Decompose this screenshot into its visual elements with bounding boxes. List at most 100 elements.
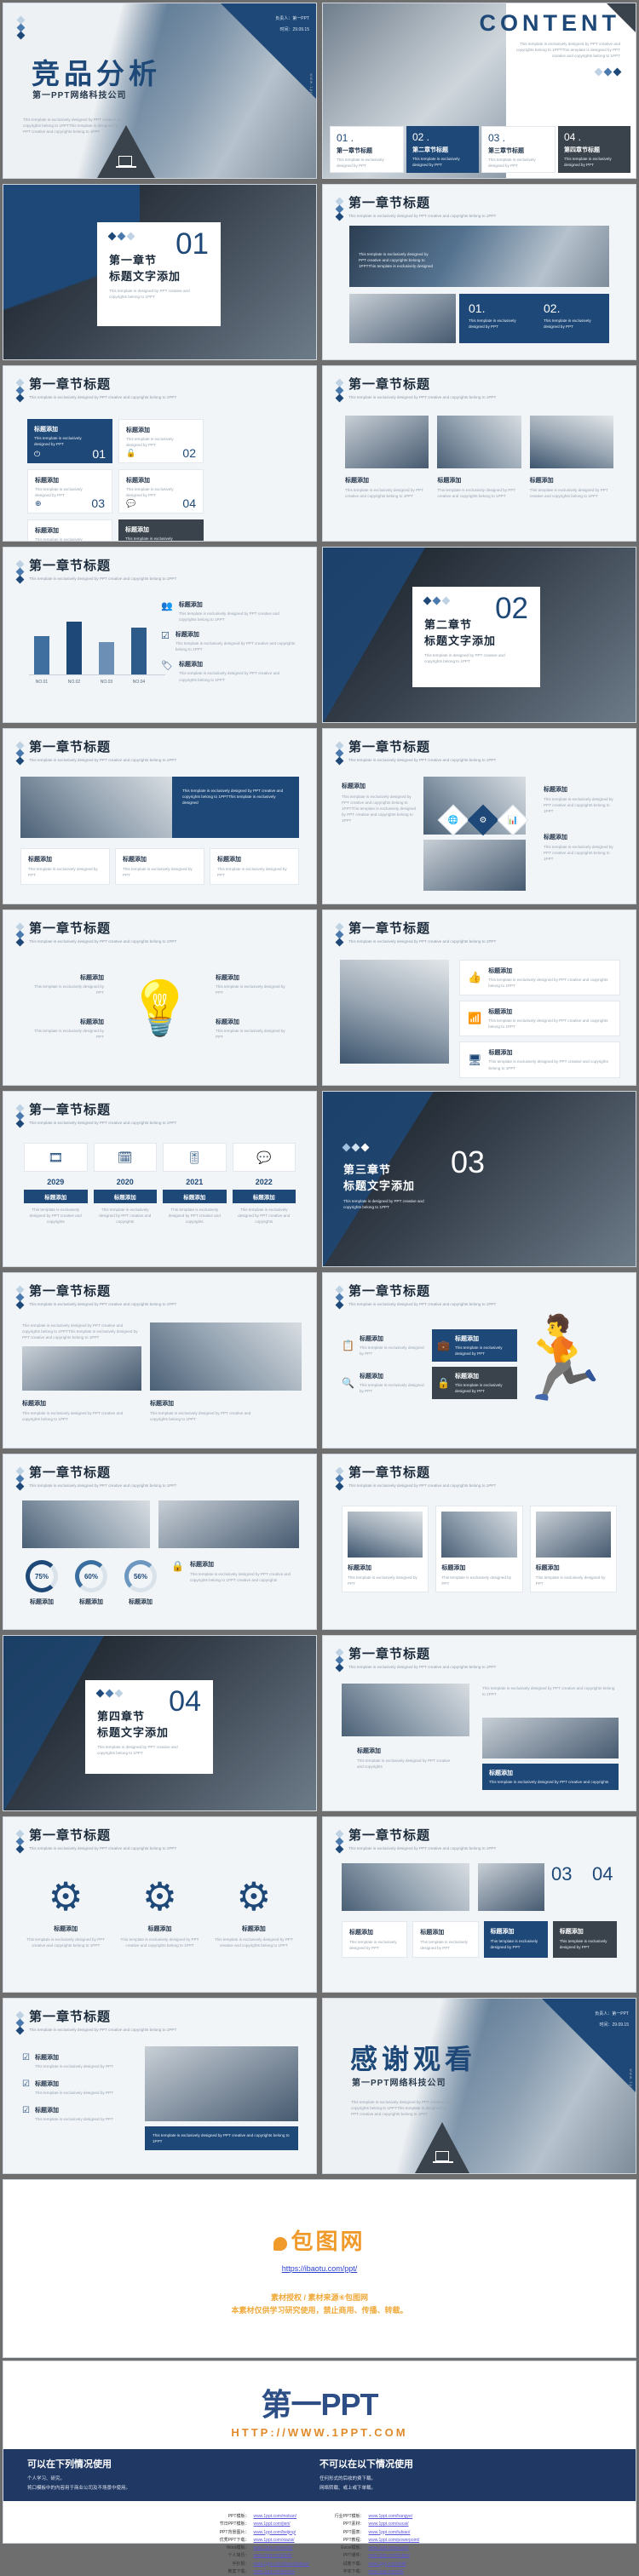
bulb-item-1[interactable]: 标题添加 This template is exclusively design… — [29, 973, 104, 995]
right-block-2[interactable]: 标题添加 This template is exclusively design… — [544, 833, 619, 862]
left-block[interactable]: 标题添加 This template is exclusively design… — [342, 782, 417, 824]
photo-cell-2[interactable]: 标题添加 This template is exclusively design… — [412, 1921, 479, 1959]
box-05[interactable]: 标题添加 This template is exclusively design… — [27, 519, 112, 541]
link-label: 节日PPT模板： — [219, 2521, 250, 2527]
note-block[interactable]: 🔒 标题添加 This template is exclusively desi… — [171, 1560, 297, 1583]
cell-4[interactable]: 🔒 标题添加 This template is exclusively desi… — [432, 1367, 517, 1400]
slide-photo-navy-panel[interactable]: 第一章节标题 This template is exclusively desi… — [3, 728, 317, 904]
photo-cell-1[interactable]: 标题添加 This template is exclusively design… — [342, 1921, 408, 1959]
gear-title: 标题添加 — [54, 1926, 78, 1932]
card-3[interactable]: 标题添加 This template is exclusively design… — [210, 848, 299, 886]
step-4[interactable]: 💬 2022 标题添加 This template is exclusively… — [232, 1143, 296, 1225]
badge-block[interactable]: 标题添加 This template is exclusively design… — [482, 1764, 619, 1791]
link-url[interactable]: www.1ppt.com/shiti/ — [369, 2561, 420, 2568]
link-url[interactable]: www.1ppt.com/jianli/ — [253, 2552, 308, 2560]
link-url[interactable]: www.1ppt.com/sucai/ — [369, 2521, 420, 2528]
slide-donut-percent[interactable]: 第一章节标题 This template is exclusively desi… — [3, 1454, 317, 1630]
gear-desc: This template is exclusively designed by… — [26, 1937, 106, 1948]
slide-bulb-diagram[interactable]: 第一章节标题 This template is exclusively desi… — [3, 909, 317, 1086]
right-block-1[interactable]: 标题添加 This template is exclusively design… — [544, 785, 619, 814]
column-3[interactable]: 标题添加 This template is exclusively design… — [529, 416, 613, 499]
slide-three-gears[interactable]: 第一章节标题 This template is exclusively desi… — [3, 1816, 317, 1993]
slide-bar-chart[interactable]: 第一章节标题 This template is exclusively desi… — [3, 547, 317, 723]
slide-content[interactable]: CONTENT This template is exclusively des… — [322, 3, 636, 179]
link-url[interactable]: www.1ppt.com/word/ — [253, 2544, 308, 2552]
link-url[interactable]: www.1ppt.com/xiazai/ — [253, 2537, 308, 2544]
check-row-3[interactable]: ☑ 标题添加 This template is exclusively desi… — [22, 2106, 135, 2122]
slide-runner-icons[interactable]: 第一章节标题 This template is exclusively desi… — [322, 1272, 636, 1449]
bulb-item-3[interactable]: 标题添加 This template is exclusively design… — [216, 973, 291, 995]
list-row-3[interactable]: 🏷 标题添加 This template is exclusively desi… — [161, 660, 297, 682]
link-url[interactable]: www.1ppt.com/jiaoan/ — [253, 2568, 308, 2576]
link-url[interactable]: www.1ppt.com/shouchaobao/ — [253, 2561, 308, 2568]
box-01[interactable]: 标题添加 This template is exclusively design… — [27, 419, 112, 463]
slide-thank-you[interactable]: 负责人：第一PPT 时间：29.09.15 感谢观看 第一PPT网络科技公司 T… — [322, 1998, 636, 2174]
slide-section-02[interactable]: 02 第二章节 标题文字添加 This template is designed… — [322, 547, 636, 723]
link-url[interactable]: www.1ppt.com/tubiao/ — [369, 2529, 420, 2537]
slide-timeline-years[interactable]: 第一章节标题 This template is exclusively desi… — [3, 1091, 317, 1267]
slide-checklist-photo[interactable]: 第一章节标题 This template is exclusively desi… — [3, 1998, 317, 2174]
check-row-1[interactable]: ☑ 标题添加 This template is exclusively desi… — [22, 2053, 135, 2069]
link-url[interactable]: www.1ppt.com/jieri/ — [253, 2521, 308, 2528]
slide-device-mockups[interactable]: 第一章节标题 This template is exclusively desi… — [322, 1635, 636, 1811]
photo-card-1[interactable]: 标题添加 This template is exclusively design… — [342, 1506, 429, 1593]
link-url[interactable]: www.1ppt.com/beijing/ — [253, 2529, 308, 2537]
slide-three-photo-columns[interactable]: 第一章节标题 This template is exclusively desi… — [322, 365, 636, 542]
list-row-2[interactable]: ☑ 标题添加 This template is exclusively desi… — [161, 630, 297, 652]
step-1[interactable]: 🎞 2029 标题添加 This template is exclusively… — [24, 1143, 88, 1225]
slide-photo-cards-row[interactable]: 第一章节标题 This template is exclusively desi… — [322, 1454, 636, 1630]
content-item-02[interactable]: 02 . 第二章节标题 This template is exclusively… — [406, 126, 479, 173]
photo-cell-4[interactable]: 标题添加 This template is exclusively design… — [552, 1921, 617, 1959]
link-url[interactable]: www.1ppt.com/kejian/ — [369, 2552, 420, 2560]
step-2[interactable]: 🗓 2020 标题添加 This template is exclusively… — [93, 1143, 157, 1225]
card-2[interactable]: 标题添加 This template is exclusively design… — [150, 1399, 269, 1422]
step-3[interactable]: 🎚 2021 标题添加 This template is exclusively… — [163, 1143, 227, 1225]
cell-3[interactable]: 🔍 标题添加 This template is exclusively desi… — [342, 1367, 427, 1399]
gear-block-3[interactable]: ⚙ 标题添加 This template is exclusively desi… — [212, 1877, 296, 1948]
slide-photo-two-cards[interactable]: 第一章节标题 This template is exclusively desi… — [322, 184, 636, 360]
gear-block-2[interactable]: ⚙ 标题添加 This template is exclusively desi… — [118, 1877, 201, 1948]
slide-six-boxes[interactable]: 第一章节标题 This template is exclusively desi… — [3, 365, 317, 542]
list-row-1[interactable]: 👥 标题添加 This template is exclusively desi… — [161, 600, 297, 622]
content-item-03[interactable]: 03 . 第三章节标题 This template is exclusively… — [481, 126, 556, 173]
slide-cover[interactable]: 负责人：第一PPT 时间：29.09.15 竞品分析 第一PPT网络科技公司 T… — [3, 3, 317, 179]
card-desc: This template is exclusively designed by… — [469, 318, 516, 330]
photo-cell-3[interactable]: 标题添加 This template is exclusively design… — [483, 1921, 548, 1959]
card-1[interactable]: 标题添加 This template is exclusively design… — [20, 848, 110, 886]
column-1[interactable]: 标题添加 This template is exclusively design… — [345, 416, 429, 499]
link-url[interactable]: www.1ppt.com/hangye/ — [369, 2513, 420, 2521]
slide-icon-list[interactable]: 第一章节标题 This template is exclusively desi… — [322, 909, 636, 1086]
slide-text-and-photo[interactable]: 第一章节标题 This template is exclusively desi… — [3, 1272, 317, 1449]
bulb-item-2[interactable]: 标题添加 This template is exclusively design… — [29, 1018, 104, 1040]
slide-four-numbered-photos[interactable]: 第一章节标题 This template is exclusively desi… — [322, 1816, 636, 1993]
content-item-01[interactable]: 01 . 第一章节标题 This template is exclusively… — [330, 126, 404, 173]
bulb-item-4[interactable]: 标题添加 This template is exclusively design… — [216, 1018, 291, 1040]
box-06[interactable]: 标题添加 This template is exclusively design… — [118, 519, 204, 541]
box-03[interactable]: 标题添加 This template is exclusively design… — [27, 469, 112, 513]
card-2[interactable]: 标题添加 This template is exclusively design… — [115, 848, 204, 886]
content-item-04[interactable]: 04 . 第四章节标题 This template is exclusively… — [558, 126, 630, 173]
check-row-2[interactable]: ☑ 标题添加 This template is exclusively desi… — [22, 2080, 135, 2096]
column-2[interactable]: 标题添加 This template is exclusively design… — [437, 416, 521, 499]
photo-card-3[interactable]: 标题添加 This template is exclusively design… — [529, 1506, 617, 1593]
link-url[interactable]: www.1ppt.com/excel/ — [369, 2544, 420, 2552]
box-04[interactable]: 标题添加 This template is exclusively design… — [118, 469, 204, 513]
slide-diamond-icons[interactable]: 第一章节标题 This template is exclusively desi… — [322, 728, 636, 904]
link-url[interactable]: www.1ppt.com/ziti/ — [369, 2568, 420, 2576]
slide-section-01[interactable]: 01 第一章节 标题文字添加 This template is designed… — [3, 184, 317, 360]
slide-section-04[interactable]: 04 第四章节 标题文字添加 This template is designed… — [3, 1635, 317, 1811]
card-1[interactable]: 标题添加 This template is exclusively design… — [22, 1399, 141, 1422]
icon-row-1[interactable]: 👍 标题添加 This template is exclusively desi… — [459, 960, 620, 996]
link-url[interactable]: www.1ppt.com/moban/ — [253, 2513, 308, 2521]
card-01[interactable]: 01. This template is exclusively designe… — [459, 294, 609, 343]
cell-1[interactable]: 📋 标题添加 This template is exclusively desi… — [342, 1329, 427, 1362]
cell-2[interactable]: 💼 标题添加 This template is exclusively desi… — [432, 1329, 517, 1363]
link-url[interactable]: www.1ppt.com/powerpoint/ — [369, 2537, 420, 2544]
icon-row-3[interactable]: 🖥 标题添加 This template is exclusively desi… — [459, 1041, 620, 1078]
baotu-link[interactable]: https://ibaotu.com/ppt/ — [3, 2264, 636, 2273]
gear-block-1[interactable]: ⚙ 标题添加 This template is exclusively desi… — [24, 1877, 107, 1948]
photo-card-2[interactable]: 标题添加 This template is exclusively design… — [435, 1506, 523, 1593]
box-02[interactable]: 标题添加 This template is exclusively design… — [118, 419, 204, 463]
slide-section-03[interactable]: 第三章节 标题文字添加 This template is designed by… — [322, 1091, 636, 1267]
icon-row-2[interactable]: 📶 标题添加 This template is exclusively desi… — [459, 1001, 620, 1037]
